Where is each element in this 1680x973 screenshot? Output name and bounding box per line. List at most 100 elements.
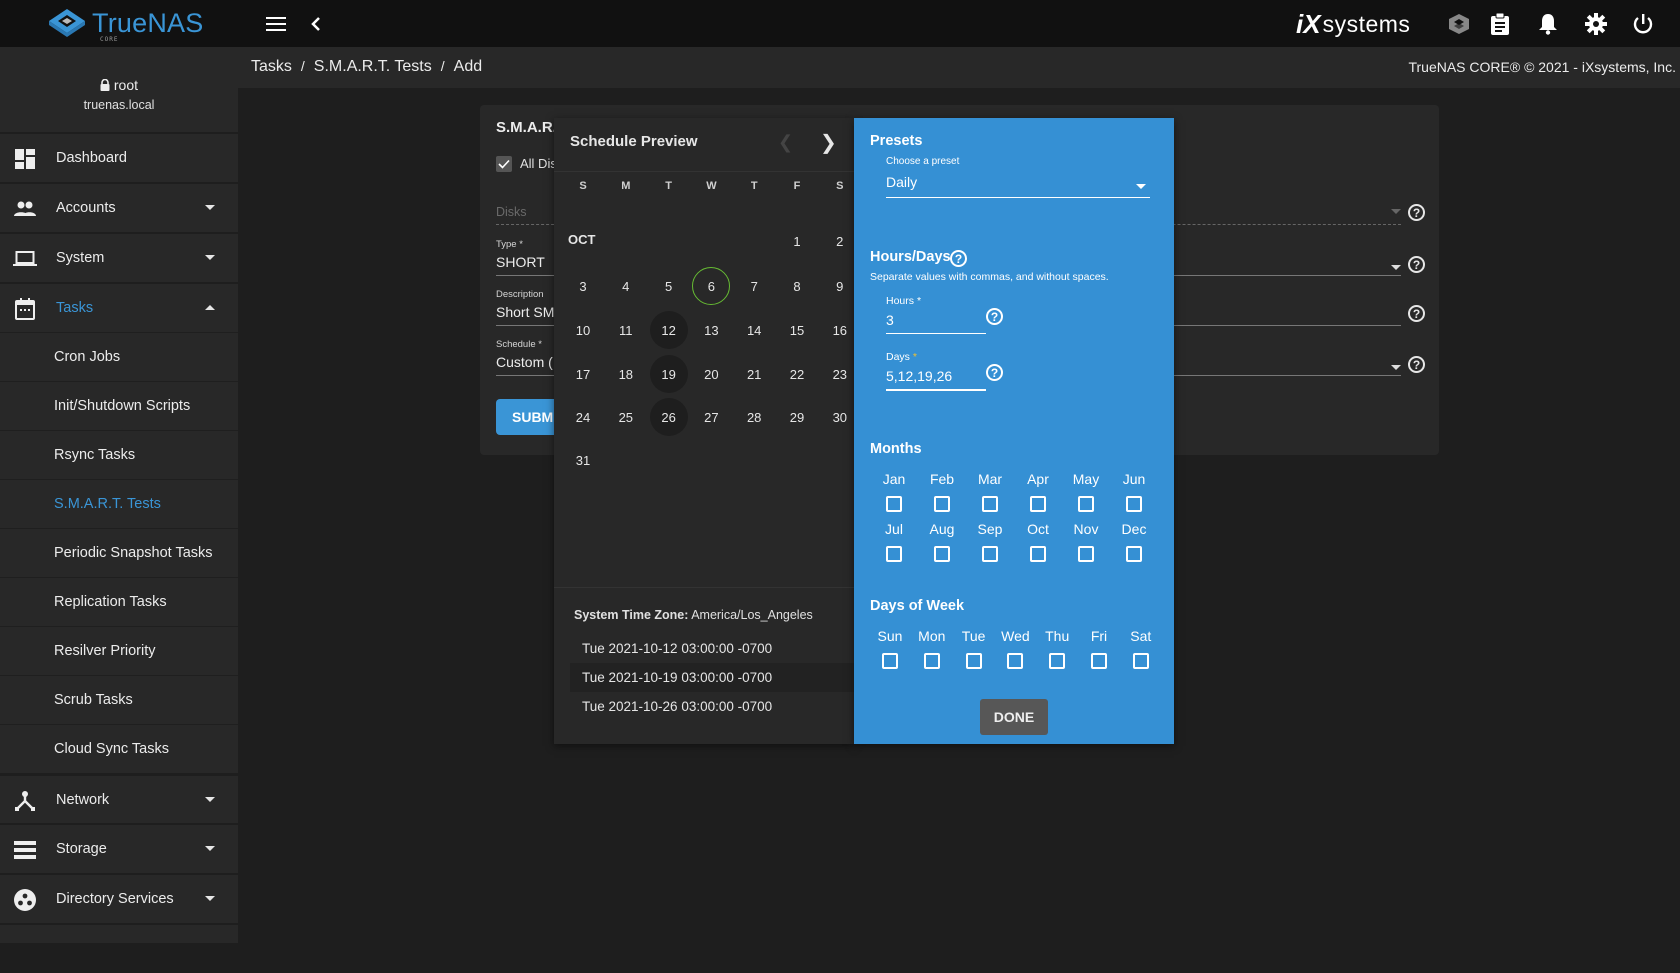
weekday-checkbox[interactable] — [965, 653, 982, 669]
calendar-day[interactable]: 9 — [821, 267, 854, 305]
calendar-day[interactable]: 14 — [735, 311, 773, 349]
help-icon[interactable]: ? — [1408, 305, 1425, 322]
sidebar-subitem-replication-tasks[interactable]: Replication Tasks — [0, 577, 238, 626]
tasks-button[interactable] — [1487, 11, 1513, 37]
month-checkbox[interactable] — [982, 496, 998, 512]
calendar-day[interactable]: 7 — [735, 267, 773, 305]
breadcrumb-smart-tests[interactable]: S.M.A.R.T. Tests — [314, 58, 432, 76]
help-icon[interactable]: ? — [1408, 356, 1425, 373]
truenas-logo[interactable]: TrueNAS CORE — [48, 8, 203, 43]
sidebar-subitem-scrub-tasks[interactable]: Scrub Tasks — [0, 675, 238, 724]
all-disks-label: All Dis — [520, 156, 557, 171]
calendar-day[interactable]: 1 — [778, 222, 816, 260]
calendar-day[interactable]: 18 — [607, 355, 645, 393]
sidebar-item-directory-services[interactable]: Directory Services — [0, 873, 238, 923]
calendar-day[interactable]: 28 — [735, 398, 773, 436]
sidebar-item-accounts[interactable]: Accounts — [0, 182, 238, 232]
calendar-day[interactable]: 5 — [650, 267, 688, 305]
settings-button[interactable] — [1583, 11, 1609, 37]
sidebar-subitem-cron-jobs[interactable]: Cron Jobs — [0, 332, 238, 381]
calendar-day[interactable]: 21 — [735, 355, 773, 393]
month-checkbox[interactable] — [886, 546, 902, 562]
sidebar-subitem-init-shutdown-scripts[interactable]: Init/Shutdown Scripts — [0, 381, 238, 430]
days-input[interactable] — [886, 368, 986, 384]
sidebar-item-more[interactable] — [0, 923, 238, 973]
month-checkbox[interactable] — [934, 496, 950, 512]
sidebar-item-tasks[interactable]: Tasks — [0, 282, 238, 332]
form-title: S.M.A.R. — [496, 119, 557, 136]
preset-value: Daily — [886, 174, 918, 190]
next-month-button[interactable]: ❯ — [820, 130, 837, 155]
breadcrumb-tasks[interactable]: Tasks — [251, 58, 292, 76]
calendar-day[interactable]: 27 — [692, 398, 730, 436]
calendar-day[interactable]: 30 — [821, 398, 854, 436]
calendar-day[interactable]: 23 — [821, 355, 854, 393]
month-checkbox[interactable] — [1078, 496, 1094, 512]
help-icon[interactable]: ? — [986, 308, 1003, 325]
calendar-day[interactable]: 13 — [692, 311, 730, 349]
calendar-day[interactable]: 25 — [607, 398, 645, 436]
calendar-day[interactable]: 22 — [778, 355, 816, 393]
month-checkbox[interactable] — [1126, 546, 1142, 562]
done-button[interactable]: DONE — [980, 699, 1048, 735]
month-label: Nov — [1073, 521, 1099, 537]
calendar-day[interactable]: 15 — [778, 311, 816, 349]
presets-title: Presets — [870, 133, 923, 149]
sidebar-subitem-cloud-sync-tasks[interactable]: Cloud Sync Tasks — [0, 724, 238, 773]
help-icon[interactable]: ? — [950, 250, 967, 267]
month-checkbox[interactable] — [934, 546, 950, 562]
month-checkbox[interactable] — [1030, 546, 1046, 562]
weekday-checkbox[interactable] — [1007, 653, 1024, 669]
sidebar-subitem-resilver-priority[interactable]: Resilver Priority — [0, 626, 238, 675]
help-icon[interactable]: ? — [986, 364, 1003, 381]
sidebar-item-label: Accounts — [56, 200, 116, 216]
weekday-checkbox[interactable] — [1091, 653, 1107, 669]
calendar-day[interactable]: 8 — [778, 267, 816, 305]
calendar-day[interactable]: 4 — [607, 267, 645, 305]
calendar-day[interactable]: 2 — [821, 222, 854, 260]
calendar-day[interactable]: 10 — [564, 311, 602, 349]
weekday-checkbox[interactable] — [1132, 653, 1149, 669]
weekday-checkbox[interactable] — [882, 653, 898, 669]
menu-toggle-button[interactable] — [264, 12, 288, 36]
sidebar-item-storage[interactable]: Storage — [0, 823, 238, 873]
month-checkbox[interactable] — [1030, 496, 1046, 512]
calendar-day[interactable]: 24 — [564, 398, 602, 436]
sidebar-subitem-periodic-snapshot-tasks[interactable]: Periodic Snapshot Tasks — [0, 528, 238, 577]
month-checkbox[interactable] — [1078, 546, 1094, 562]
ixsystems-logo[interactable]: iX systems — [1296, 9, 1410, 40]
month-checkbox[interactable] — [1126, 496, 1142, 512]
calendar-day[interactable]: 29 — [778, 398, 816, 436]
month-checkbox[interactable] — [982, 546, 998, 562]
truecommand-button[interactable] — [1446, 11, 1472, 37]
sidebar-subitem-smart-tests[interactable]: S.M.A.R.T. Tests — [0, 479, 238, 528]
hours-label: Hours * — [886, 295, 921, 307]
weekday-checkbox[interactable] — [923, 653, 940, 669]
calendar-day-scheduled[interactable]: 26 — [649, 398, 688, 436]
sidebar-item-system[interactable]: System — [0, 232, 238, 282]
alerts-button[interactable] — [1535, 11, 1561, 37]
calendar-day-today[interactable]: 6 — [692, 267, 731, 305]
weekday-checkbox[interactable] — [1049, 653, 1066, 669]
sidebar-item-network[interactable]: Network — [0, 773, 238, 823]
help-icon[interactable]: ? — [1408, 256, 1425, 273]
calendar-day[interactable]: 16 — [821, 311, 854, 349]
month-checkbox[interactable] — [886, 496, 902, 512]
calendar-day[interactable]: 11 — [607, 311, 645, 349]
sidebar-item-dashboard[interactable]: Dashboard — [0, 132, 238, 182]
calendar-day[interactable]: 20 — [692, 355, 730, 393]
help-icon[interactable]: ? — [1408, 204, 1425, 221]
previous-month-button[interactable]: ❮ — [778, 132, 793, 153]
preset-label: Choose a preset — [886, 156, 960, 167]
calendar-day[interactable]: 17 — [564, 355, 602, 393]
calendar-day-scheduled[interactable]: 19 — [649, 355, 688, 393]
sidebar-subitem-rsync-tasks[interactable]: Rsync Tasks — [0, 430, 238, 479]
calendar-day[interactable]: 3 — [564, 267, 602, 305]
collapse-sidebar-button[interactable] — [304, 12, 328, 36]
hours-input[interactable] — [886, 312, 986, 328]
calendar-day[interactable]: 31 — [564, 441, 602, 479]
timezone-label: System Time Zone: — [574, 608, 689, 622]
all-disks-checkbox[interactable] — [496, 156, 512, 172]
power-button[interactable] — [1630, 11, 1656, 37]
calendar-day-scheduled[interactable]: 12 — [649, 311, 688, 349]
